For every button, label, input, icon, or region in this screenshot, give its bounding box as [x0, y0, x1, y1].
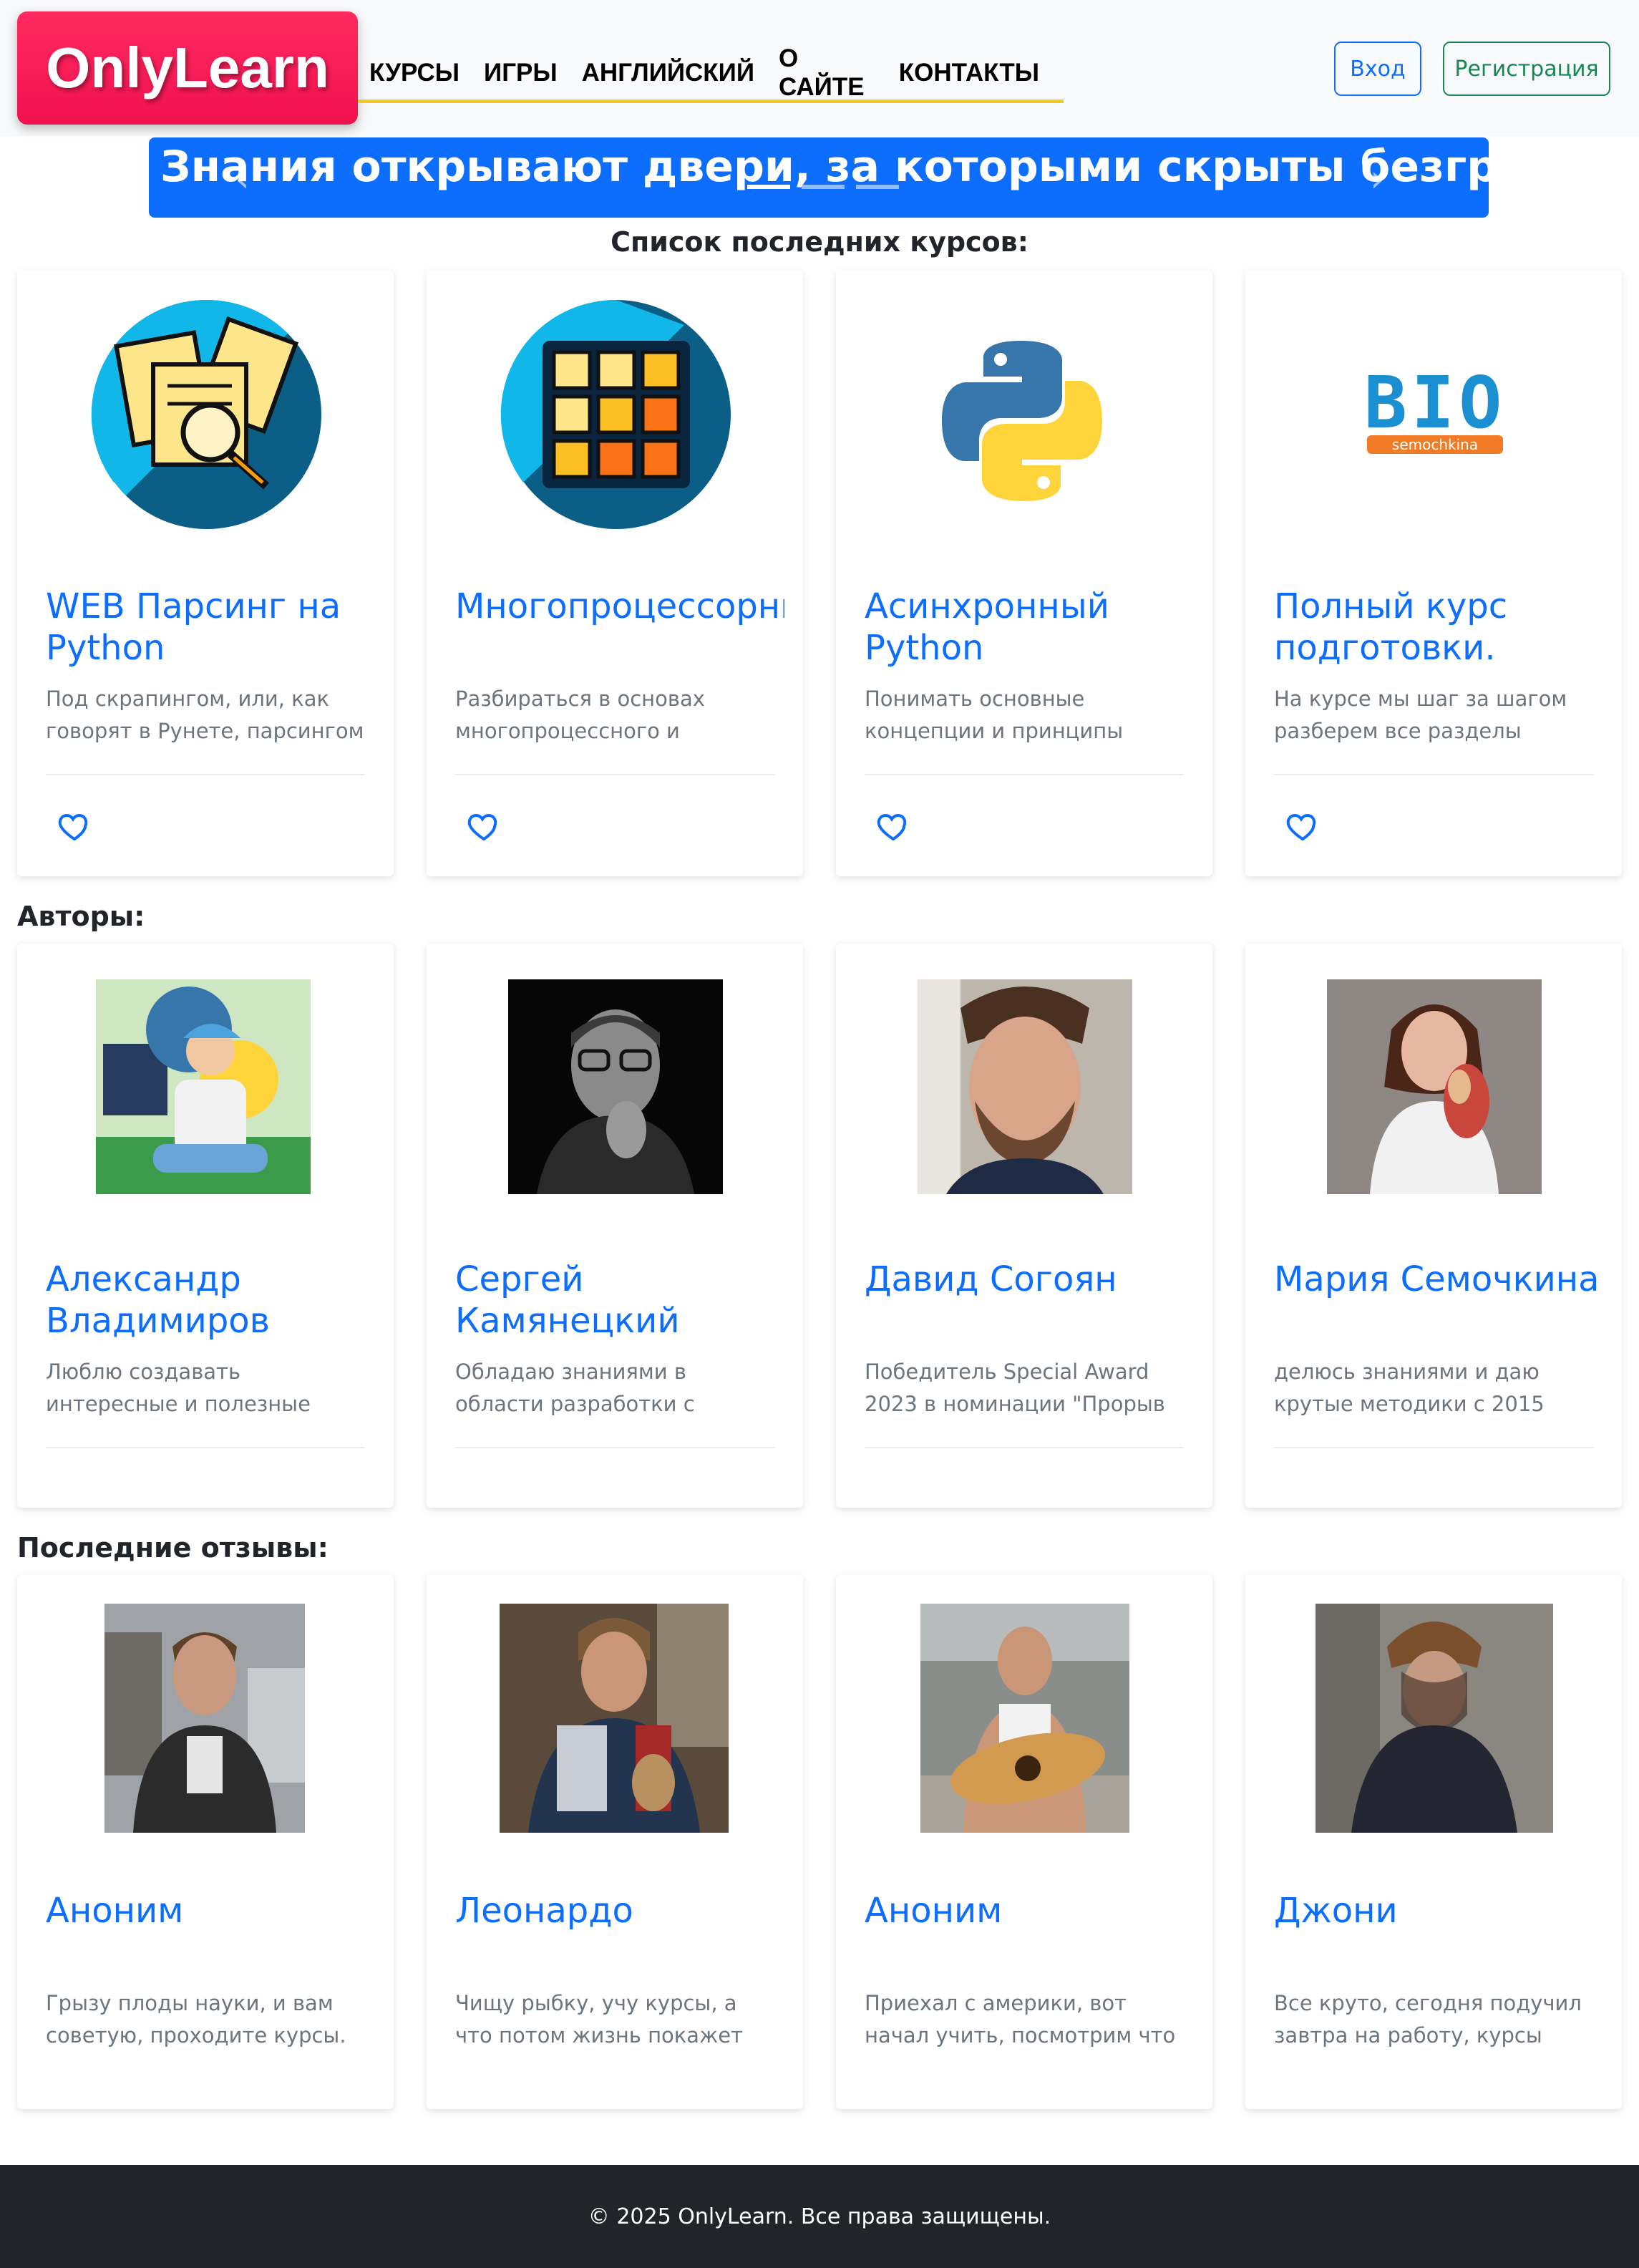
carousel-prev-icon[interactable]: ‹ — [235, 158, 250, 200]
carousel-indicator[interactable] — [747, 185, 790, 189]
carousel-indicator[interactable] — [856, 185, 899, 189]
course-title[interactable]: Полный курс подготовки. — [1274, 586, 1603, 669]
reviewer-avatar — [500, 1604, 729, 1833]
heart-icon[interactable] — [57, 809, 92, 843]
course-title[interactable]: Многопроцессорнь Python — [455, 586, 784, 627]
author-name[interactable]: Давид Согоян — [865, 1259, 1194, 1300]
card-divider — [455, 774, 774, 775]
card-divider — [1274, 1447, 1593, 1448]
nav-games[interactable]: ИГРЫ — [484, 59, 558, 87]
course-card[interactable]: WEB Парсинг на Python Под скрапингом, ил… — [17, 271, 394, 876]
author-name[interactable]: Мария Семочкина — [1274, 1259, 1603, 1300]
nav-contacts[interactable]: КОНТАКТЫ — [899, 59, 1039, 87]
review-text: Все круто, сегодня подучил завтра на раб… — [1274, 1991, 1582, 2048]
author-avatar — [1327, 979, 1542, 1194]
author-card[interactable]: Сергей Камянецкий Обладаю знаниями в обл… — [427, 944, 803, 1508]
author-card[interactable]: Мария Семочкина делюсь знаниями и даю кр… — [1245, 944, 1622, 1508]
author-avatar — [508, 979, 723, 1194]
author-description: делюсь знаниями и даю крутые методики с … — [1274, 1360, 1545, 1416]
reviewer-name[interactable]: Аноним — [46, 1890, 375, 1932]
course-description: Разбираться в основах многопроцессного и — [455, 687, 705, 743]
carousel-next-icon[interactable]: › — [1370, 158, 1385, 200]
site-header: OnlyLearn КУРСЫ ИГРЫ АНГЛИЙСКИЙ О САЙТЕ … — [0, 0, 1639, 136]
register-button[interactable]: Регистрация — [1443, 42, 1610, 96]
card-divider — [865, 774, 1184, 775]
brand-name: OnlyLearn — [46, 36, 329, 100]
heart-icon[interactable] — [1285, 809, 1320, 843]
author-card[interactable]: Давид Согоян Победитель Special Award 20… — [836, 944, 1212, 1508]
author-description: Победитель Special Award 2023 в номинаци… — [865, 1360, 1165, 1416]
card-divider — [46, 1447, 365, 1448]
carousel-indicator[interactable] — [802, 185, 845, 189]
course-title[interactable]: Асинхронный Python — [865, 586, 1194, 669]
login-button[interactable]: Вход — [1334, 42, 1421, 96]
nav-about[interactable]: О САЙТЕ — [779, 44, 875, 102]
review-text: Приехал с америки, вот начал учить, посм… — [865, 1991, 1176, 2048]
reviewer-avatar — [920, 1604, 1129, 1833]
course-description: Под скрапингом, или, как говорят в Рунет… — [46, 687, 364, 743]
review-card[interactable]: Леонардо Чищу рыбку, учу курсы, а что по… — [427, 1575, 803, 2109]
review-text: Грызу плоды науки, и вам советую, проход… — [46, 1991, 346, 2048]
heart-icon[interactable] — [876, 809, 910, 843]
course-card[interactable]: Многопроцессорнь Python Разбираться в ос… — [427, 271, 803, 876]
python-icon — [936, 335, 1108, 507]
course-card[interactable]: BIO semochkina Полный курс подготовки. Н… — [1245, 271, 1622, 876]
author-card[interactable]: Александр Владимиров Люблю создавать инт… — [17, 944, 394, 1508]
nav-english[interactable]: АНГЛИЙСКИЙ — [582, 59, 754, 87]
card-divider — [865, 1447, 1184, 1448]
author-avatar — [918, 979, 1132, 1194]
courses-section-title: Список последних курсов: — [611, 226, 1028, 258]
course-title[interactable]: WEB Парсинг на Python — [46, 586, 375, 669]
grid-icon — [498, 296, 734, 533]
review-card[interactable]: Джони Все круто, сегодня подучил завтра … — [1245, 1575, 1622, 2109]
brand-logo[interactable]: OnlyLearn — [17, 11, 358, 125]
heart-icon[interactable] — [467, 809, 501, 843]
card-divider — [455, 1447, 774, 1448]
bio-logo: BIO semochkina — [1363, 371, 1507, 454]
card-divider — [46, 774, 365, 775]
review-card[interactable]: Аноним Грызу плоды науки, и вам советую,… — [17, 1575, 394, 2109]
main-nav: КУРСЫ ИГРЫ АНГЛИЙСКИЙ О САЙТЕ КОНТАКТЫ — [358, 44, 1064, 103]
web-parsing-icon — [89, 296, 325, 533]
course-description: На курсе мы шаг за шагом разберем все ра… — [1274, 687, 1567, 743]
author-description: Люблю создавать интересные и полезные пр… — [46, 1360, 311, 1416]
reviewer-avatar — [104, 1604, 305, 1833]
reviewer-name[interactable]: Аноним — [865, 1890, 1194, 1932]
author-name[interactable]: Сергей Камянецкий — [455, 1259, 784, 1342]
authors-section-title: Авторы: — [17, 901, 145, 932]
hero-carousel: Знания открывают двери, за которыми скры… — [149, 137, 1489, 218]
author-description: Обладаю знаниями в области разработки с … — [455, 1360, 695, 1416]
course-description: Понимать основные концепции и принципы а… — [865, 687, 1124, 743]
card-divider — [1274, 774, 1593, 775]
footer-copyright: © 2025 OnlyLearn. Все права защищены. — [588, 2204, 1051, 2229]
review-card[interactable]: Аноним Приехал с америки, вот начал учит… — [836, 1575, 1212, 2109]
carousel-indicators — [747, 185, 910, 189]
reviewer-avatar — [1315, 1604, 1553, 1833]
review-text: Чищу рыбку, учу курсы, а что потом жизнь… — [455, 1991, 743, 2048]
author-avatar — [96, 979, 311, 1194]
site-footer: © 2025 OnlyLearn. Все права защищены. — [0, 2165, 1639, 2268]
reviewer-name[interactable]: Леонардо — [455, 1890, 784, 1932]
author-name[interactable]: Александр Владимиров — [46, 1259, 375, 1342]
reviews-section-title: Последние отзывы: — [17, 1532, 329, 1564]
reviewer-name[interactable]: Джони — [1274, 1890, 1603, 1932]
course-card[interactable]: Асинхронный Python Понимать основные кон… — [836, 271, 1212, 876]
nav-courses[interactable]: КУРСЫ — [369, 59, 459, 87]
